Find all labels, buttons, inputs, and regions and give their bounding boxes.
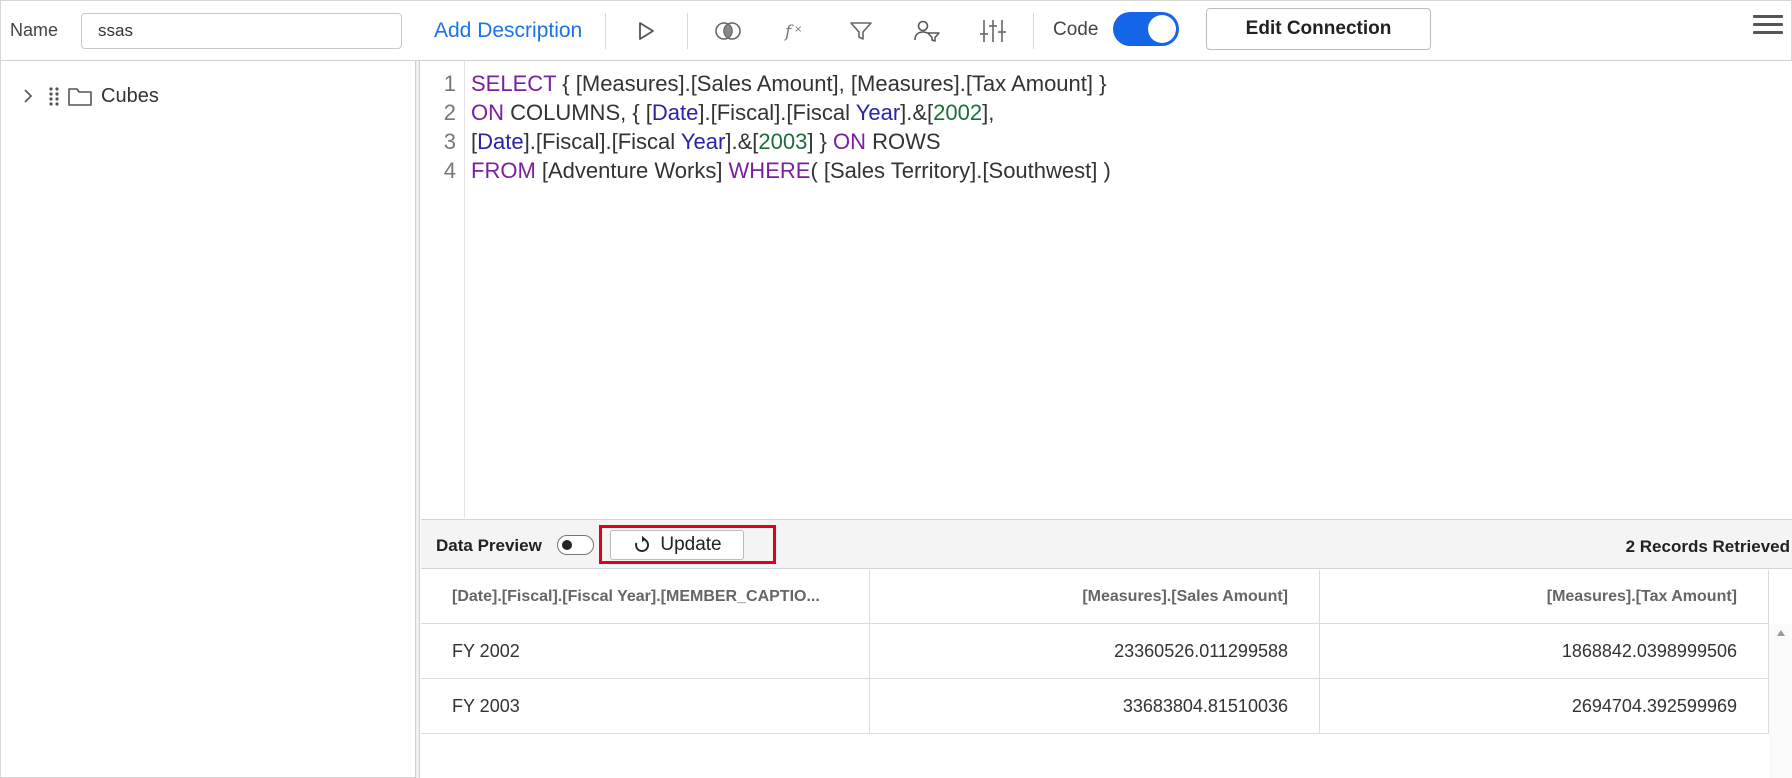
vertical-scrollbar[interactable] <box>1769 624 1792 778</box>
toolbar-divider <box>1033 13 1034 49</box>
code-line-4: FROM [Adventure Works] WHERE( [Sales Ter… <box>471 158 1111 183</box>
update-button[interactable]: Update <box>610 530 744 560</box>
table-row[interactable]: FY 2002 23360526.011299588 1868842.03989… <box>421 624 1769 679</box>
formula-icon[interactable]: f × <box>777 13 813 49</box>
panel-splitter[interactable] <box>416 61 420 778</box>
hamburger-menu-icon[interactable] <box>1753 11 1783 41</box>
table-cell: FY 2002 <box>421 624 870 679</box>
user-filter-icon[interactable] <box>909 13 945 49</box>
toggle-knob <box>1148 15 1176 43</box>
table-cell: FY 2003 <box>421 679 870 734</box>
svg-text:×: × <box>794 24 802 35</box>
code-line-2: ON COLUMNS, { [Date].[Fiscal].[Fiscal Ye… <box>471 100 995 125</box>
column-header[interactable]: [Measures].[Sales Amount] <box>870 570 1320 624</box>
edit-connection-button[interactable]: Edit Connection <box>1206 8 1431 50</box>
table-cell: 2694704.392599969 <box>1320 679 1769 734</box>
add-description-link[interactable]: Add Description <box>434 19 582 43</box>
tree-item-cubes[interactable]: Cubes <box>21 81 159 111</box>
code-toggle[interactable] <box>1113 12 1179 46</box>
line-number: 3 <box>443 129 456 154</box>
toolbar-divider <box>687 13 688 49</box>
parameters-icon[interactable] <box>975 13 1011 49</box>
line-number: 1 <box>443 71 456 96</box>
column-header[interactable]: [Measures].[Tax Amount] <box>1320 570 1769 624</box>
code-label: Code <box>1053 19 1099 40</box>
code-line-1: SELECT { [Measures].[Sales Amount], [Mea… <box>471 71 1107 96</box>
query-editor[interactable]: 1 2 3 4 SELECT { [Measures].[Sales Amoun… <box>421 61 1792 518</box>
column-header[interactable]: [Date].[Fiscal].[Fiscal Year].[MEMBER_CA… <box>421 570 870 624</box>
records-retrieved-label: 2 Records Retrieved <box>1625 537 1790 556</box>
data-preview-toggle[interactable] <box>557 535 594 555</box>
table-cell: 1868842.0398999506 <box>1320 624 1769 679</box>
code-line-3: [Date].[Fiscal].[Fiscal Year].&[2003] } … <box>471 129 941 154</box>
table-cell: 23360526.011299588 <box>870 624 1320 679</box>
line-number-gutter: 1 2 3 4 <box>421 61 465 518</box>
filter-icon[interactable] <box>843 13 879 49</box>
toolbar: Name Add Description f× Code Edit Connec… <box>0 0 1792 61</box>
tree-item-label: Cubes <box>101 84 159 107</box>
data-preview-bar: Data Preview Update 2 Records Retrieved <box>421 519 1792 569</box>
name-label: Name <box>10 20 59 40</box>
join-icon[interactable] <box>710 13 746 49</box>
data-preview-label: Data Preview <box>436 536 542 555</box>
table-cell: 33683804.81510036 <box>870 679 1320 734</box>
svg-text:f: f <box>783 22 794 42</box>
play-icon[interactable] <box>628 13 664 49</box>
toolbar-divider <box>605 13 606 49</box>
update-label: Update <box>660 534 722 555</box>
results-grid: [Date].[Fiscal].[Fiscal Year].[MEMBER_CA… <box>421 570 1792 778</box>
chevron-right-icon[interactable] <box>21 87 35 105</box>
table-row[interactable]: FY 2003 33683804.81510036 2694704.392599… <box>421 679 1769 734</box>
name-input[interactable] <box>81 13 402 49</box>
line-number: 2 <box>443 100 456 125</box>
folder-icon <box>68 88 92 106</box>
toggle-knob <box>562 540 572 550</box>
drag-handle-icon[interactable] <box>47 86 61 106</box>
line-number: 4 <box>443 158 456 183</box>
scroll-up-icon[interactable] <box>1776 628 1786 638</box>
code-text[interactable]: SELECT { [Measures].[Sales Amount], [Mea… <box>471 69 1111 185</box>
refresh-icon <box>635 535 650 552</box>
grid-header: [Date].[Fiscal].[Fiscal Year].[MEMBER_CA… <box>421 570 1769 624</box>
schema-panel: Cubes <box>0 61 416 778</box>
